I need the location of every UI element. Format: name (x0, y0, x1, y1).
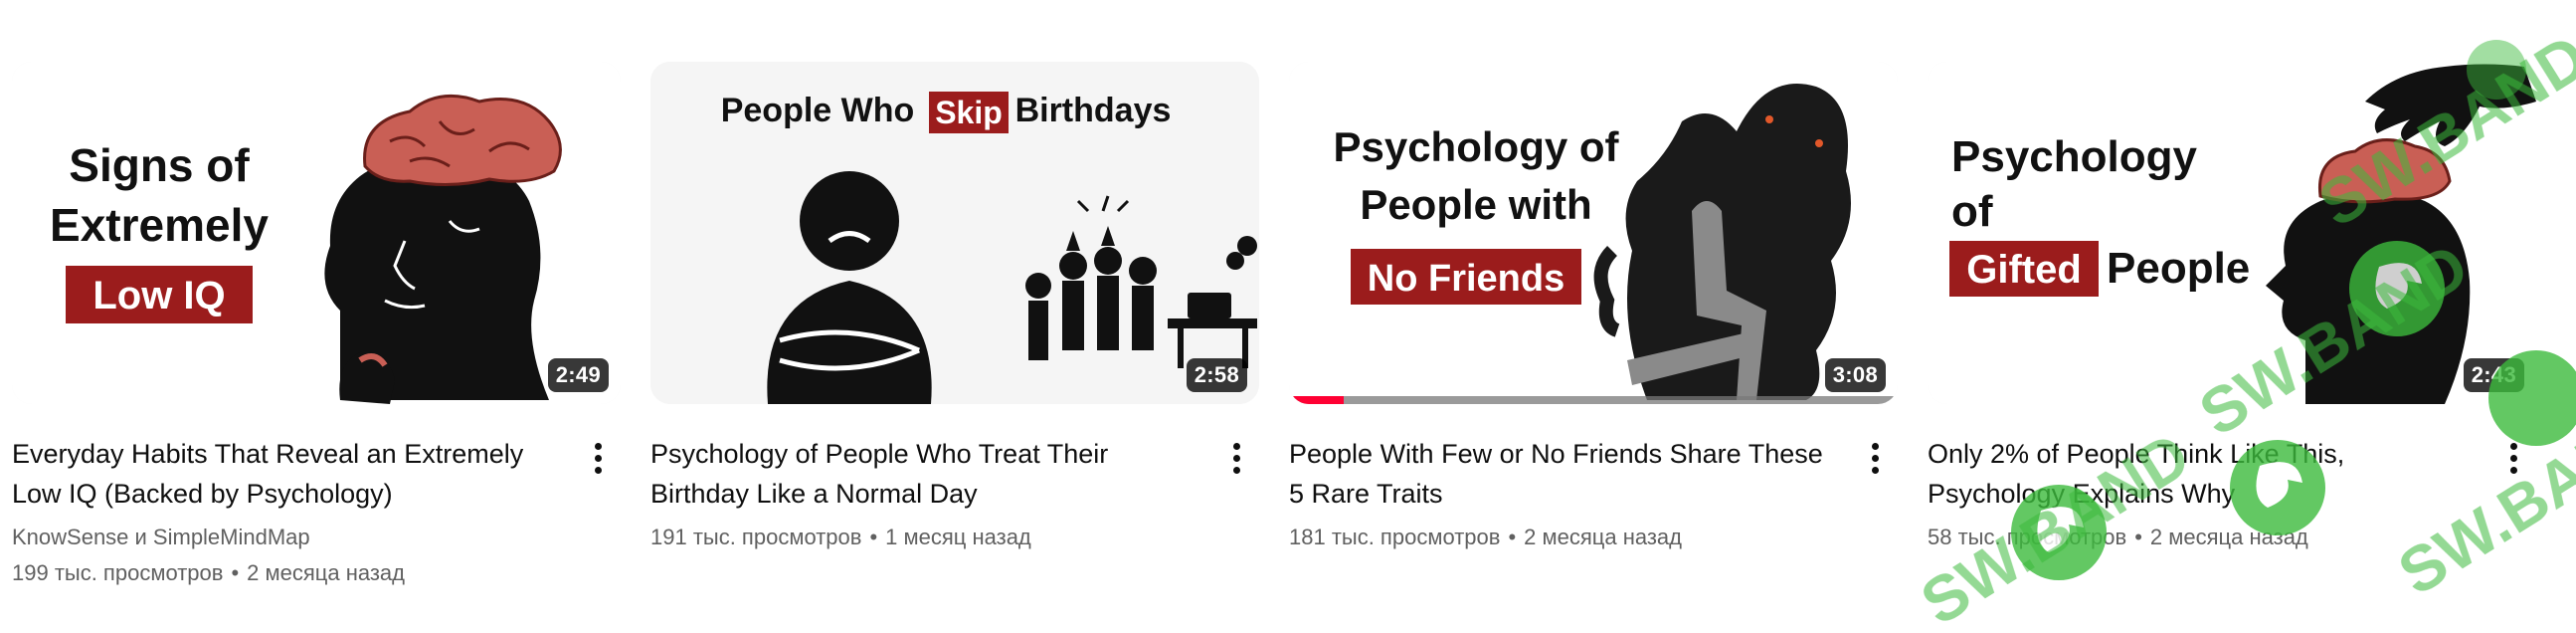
channel-name[interactable]: KnowSense и SimpleMindMap (12, 520, 561, 555)
video-title[interactable]: Everyday Habits That Reveal an Extremely… (12, 434, 561, 514)
view-count: 191 тыс. просмотров (650, 525, 862, 549)
video-title-line-2: Low IQ (Backed by Psychology) (12, 479, 393, 509)
more-actions-icon[interactable] (2498, 438, 2528, 478)
duration-badge: 2:43 (2463, 358, 2524, 392)
video-title-line-2: 5 Rare Traits (1289, 479, 1443, 509)
separator-dot: • (1508, 525, 1517, 549)
video-card-4[interactable]: Psychology of Gifted People 2:43 Only 2%… (1928, 62, 2536, 555)
upload-age: 1 месяц назад (885, 525, 1031, 549)
view-count: 58 тыс. просмотров (1928, 525, 2127, 549)
video-title[interactable]: Psychology of People Who Treat Their Birt… (650, 434, 1199, 514)
thumb-text-2: of (1951, 187, 1993, 236)
more-actions-icon[interactable] (1860, 438, 1890, 478)
separator-dot: • (231, 560, 240, 585)
thumbnail-image: Psychology of Gifted People (1928, 62, 2536, 404)
thumb-text-3: Gifted (1966, 248, 2082, 292)
video-title-line-2: Psychology Explains Why (1928, 479, 2236, 509)
thumbnail-image: Signs of Extremely Low IQ (12, 62, 621, 404)
video-title-line-1: Only 2% of People Think Like This, (1928, 439, 2345, 469)
thumb-text-1: Psychology of (1333, 123, 1619, 170)
video-title-line-1: Psychology of People Who Treat Their (650, 439, 1109, 469)
video-title-line-2: Birthday Like a Normal Day (650, 479, 978, 509)
video-stats: 191 тыс. просмотров • 1 месяц назад (650, 520, 1199, 555)
video-thumbnail[interactable]: Signs of Extremely Low IQ 2:49 (12, 62, 621, 404)
thumb-text-1: Signs of (69, 139, 250, 191)
separator-dot: • (2134, 525, 2142, 549)
view-count: 181 тыс. просмотров (1289, 525, 1501, 549)
video-details: Only 2% of People Think Like This, Psycho… (1928, 434, 2536, 555)
video-card-1[interactable]: Signs of Extremely Low IQ 2:49 Everyday … (12, 62, 621, 591)
view-count: 199 тыс. просмотров (12, 560, 224, 585)
video-title-line-1: People With Few or No Friends Share Thes… (1289, 439, 1823, 469)
thumb-text-2: People with (1360, 181, 1591, 228)
video-stats: 58 тыс. просмотров • 2 месяца назад (1928, 520, 2477, 555)
thumb-text-3: Birthdays (1015, 92, 1172, 129)
video-details: Everyday Habits That Reveal an Extremely… (12, 434, 621, 591)
upload-age: 2 месяца назад (1524, 525, 1683, 549)
watch-progress-bar (1289, 396, 1898, 404)
video-stats: 181 тыс. просмотров • 2 месяца назад (1289, 520, 1838, 555)
video-card-3[interactable]: Psychology of People with No Friends 3:0… (1289, 62, 1898, 555)
watch-progress-fill (1289, 396, 1345, 404)
video-thumbnail[interactable]: Psychology of People with No Friends 3:0… (1289, 62, 1898, 404)
thumb-text-2: Extremely (50, 199, 269, 251)
thumb-text-1: People Who (721, 92, 915, 129)
video-details: People With Few or No Friends Share Thes… (1289, 434, 1898, 555)
duration-badge: 3:08 (1824, 358, 1886, 392)
more-actions-icon[interactable] (1221, 438, 1251, 478)
thumb-text-3: Low IQ (92, 274, 225, 317)
video-thumbnail[interactable]: People Who Skip Birthdays 2:58 (650, 62, 1259, 404)
thumbnail-image: Psychology of People with No Friends (1289, 62, 1898, 404)
thumb-text-3: No Friends (1368, 258, 1564, 300)
upload-age: 2 месяца назад (2149, 525, 2308, 549)
more-actions-icon[interactable] (583, 438, 613, 478)
thumb-text-2: Skip (935, 95, 1003, 130)
video-title-line-1: Everyday Habits That Reveal an Extremely (12, 439, 524, 469)
video-details: Psychology of People Who Treat Their Birt… (650, 434, 1259, 555)
duration-badge: 2:49 (547, 358, 609, 392)
video-card-2[interactable]: People Who Skip Birthdays 2:58 Psycholog… (650, 62, 1259, 555)
video-thumbnail[interactable]: Psychology of Gifted People 2:43 (1928, 62, 2536, 404)
video-title[interactable]: People With Few or No Friends Share Thes… (1289, 434, 1838, 514)
duration-badge: 2:58 (1186, 358, 1247, 392)
thumbnail-image: People Who Skip Birthdays (650, 62, 1259, 404)
video-stats: 199 тыс. просмотров • 2 месяца назад (12, 555, 561, 591)
thumb-text-1: Psychology (1951, 132, 2197, 181)
upload-age: 2 месяца назад (247, 560, 406, 585)
separator-dot: • (869, 525, 878, 549)
video-title[interactable]: Only 2% of People Think Like This, Psycho… (1928, 434, 2477, 514)
thumb-text-4: People (2107, 244, 2250, 293)
